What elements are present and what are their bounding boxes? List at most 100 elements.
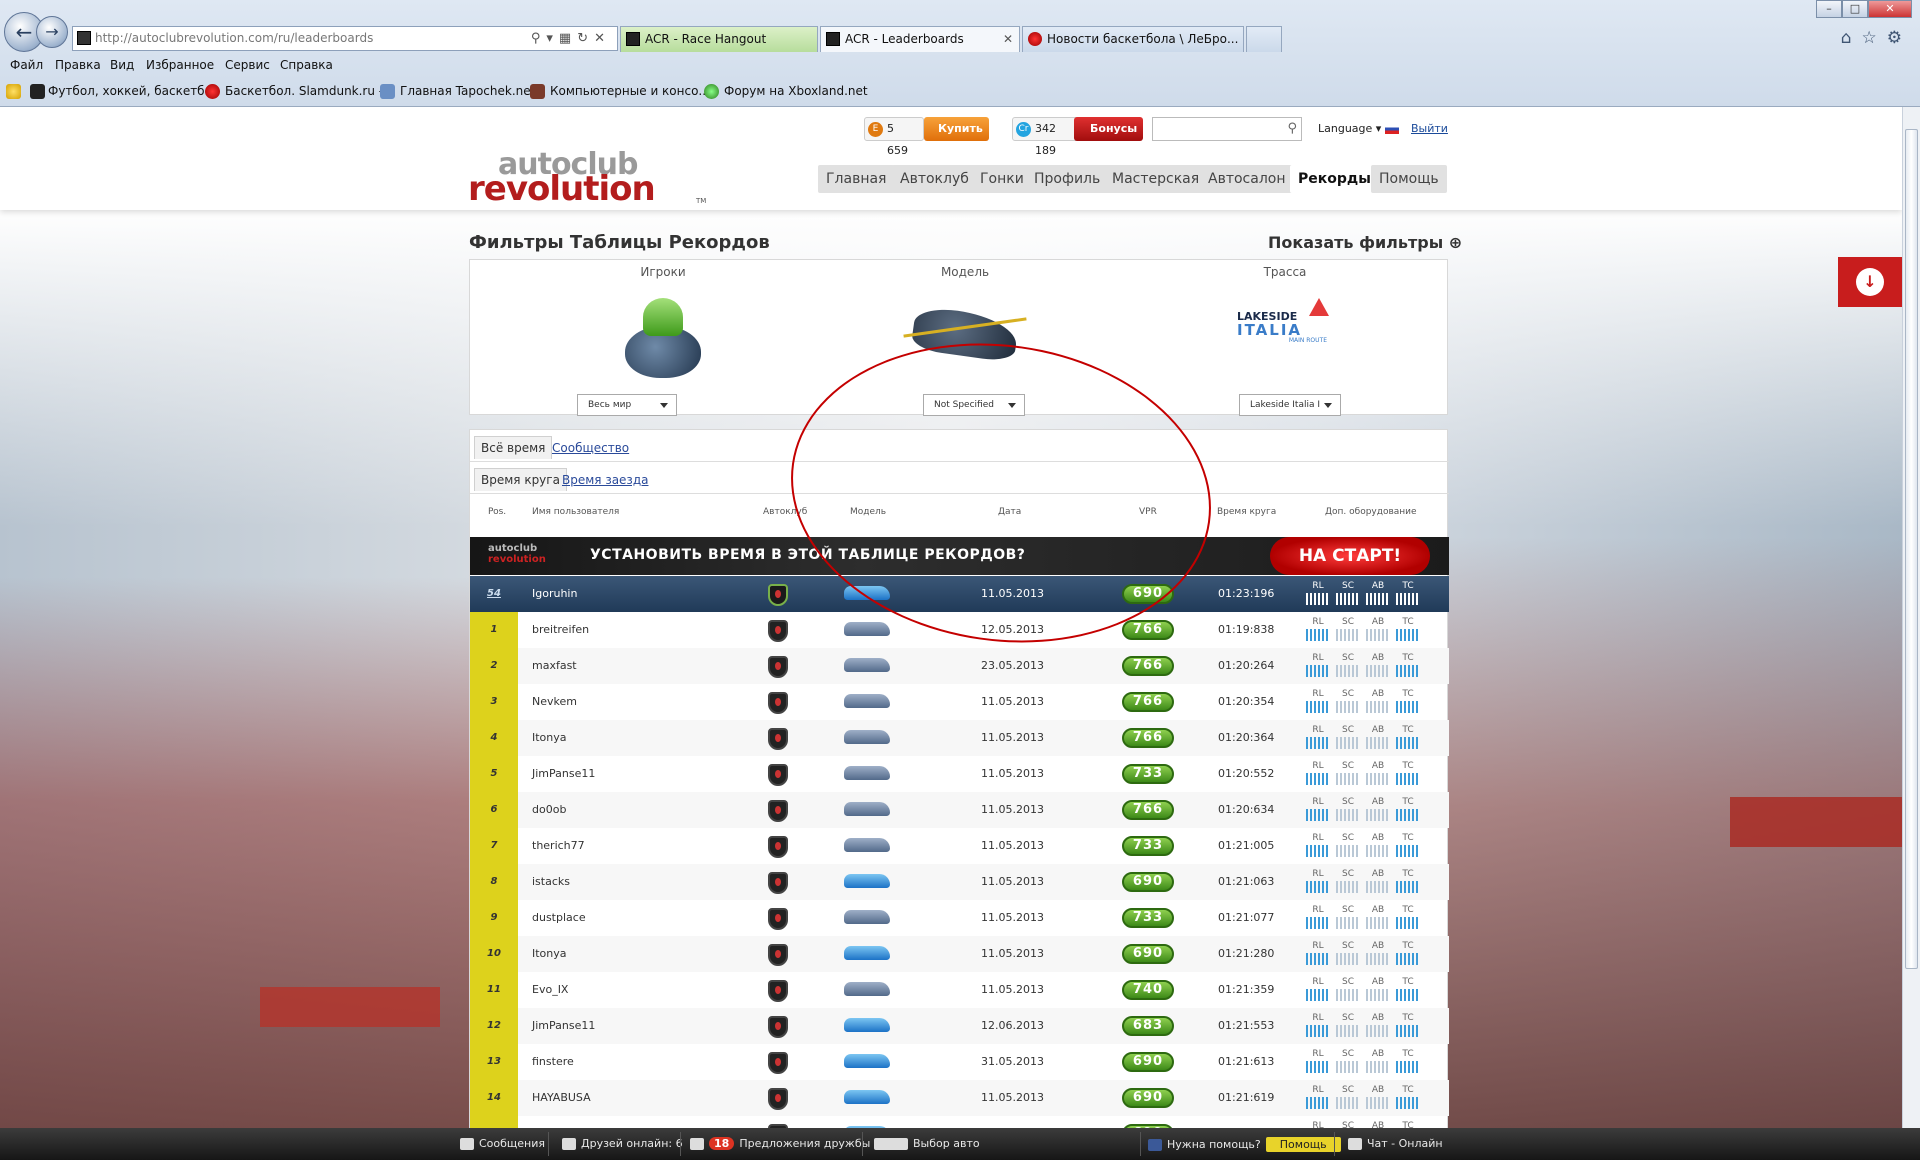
- row-username[interactable]: Igoruhin: [532, 587, 577, 600]
- car-model-icon[interactable]: [844, 622, 890, 636]
- logout-link[interactable]: Выйти: [1411, 122, 1448, 135]
- leaderboard-row[interactable]: 2 maxfast 23.05.2013 766 01:20:264 RL SC AB TC: [470, 648, 1449, 684]
- leaderboard-row[interactable]: 13 finstere 31.05.2013 690 01:21:613 RL SC AB TC: [470, 1044, 1449, 1080]
- menu-edit[interactable]: Правка: [55, 58, 101, 72]
- choose-car-button[interactable]: Выбор авто: [874, 1137, 980, 1150]
- tab-race-time[interactable]: Время заезда: [562, 473, 648, 487]
- leaderboard-row[interactable]: 9 dustplace 11.05.2013 733 01:21:077 RL SC AB TC: [470, 900, 1449, 936]
- row-username[interactable]: Itonya: [532, 947, 567, 960]
- car-model-icon[interactable]: [844, 658, 890, 672]
- row-username[interactable]: maxfast: [532, 659, 577, 672]
- tab-leaderboards[interactable]: ACR - Leaderboards ✕: [820, 26, 1020, 52]
- messages-button[interactable]: Сообщения: [460, 1137, 545, 1150]
- autoclub-badge-icon[interactable]: [768, 656, 788, 678]
- car-model-icon[interactable]: [844, 766, 890, 780]
- row-position[interactable]: 54: [470, 576, 518, 612]
- nav-profile[interactable]: Профиль: [1026, 165, 1109, 193]
- col-equipment[interactable]: Доп. оборудование: [1325, 507, 1417, 517]
- autoclub-badge-icon[interactable]: [768, 800, 788, 822]
- friend-requests-button[interactable]: 18 Предложения дружбы: [690, 1137, 870, 1150]
- settings-gear-icon[interactable]: ⚙: [1887, 28, 1912, 48]
- car-model-icon[interactable]: [844, 874, 890, 888]
- row-username[interactable]: JimPanse11: [532, 1019, 595, 1032]
- menu-help[interactable]: Справка: [280, 58, 333, 72]
- tab-basketball-news[interactable]: Новости баскетбола \ ЛеБро...: [1022, 26, 1244, 52]
- car-model-icon[interactable]: [844, 1090, 890, 1104]
- nav-races[interactable]: Гонки: [972, 165, 1032, 193]
- autoclub-badge-icon[interactable]: [768, 872, 788, 894]
- nav-dealership[interactable]: Автосалон: [1200, 165, 1294, 193]
- menu-view[interactable]: Вид: [110, 58, 134, 72]
- autoclub-badge-icon[interactable]: [768, 944, 788, 966]
- bonus-button[interactable]: Бонусы: [1074, 117, 1144, 141]
- leaderboard-row[interactable]: 4 Itonya 11.05.2013 766 01:20:364 RL SC AB TC: [470, 720, 1449, 756]
- autoclub-badge-icon[interactable]: [768, 1052, 788, 1074]
- help-button[interactable]: Помощь: [1265, 1137, 1341, 1152]
- row-username[interactable]: finstere: [532, 1055, 574, 1068]
- row-username[interactable]: istacks: [532, 875, 570, 888]
- row-username[interactable]: JimPanse11: [532, 767, 595, 780]
- start-race-button[interactable]: НА СТАРТ!: [1270, 537, 1430, 575]
- nav-workshop[interactable]: Мастерская: [1104, 165, 1208, 193]
- row-username[interactable]: Itonya: [532, 731, 567, 744]
- favorite-link-games[interactable]: Компьютерные и консо...: [530, 84, 710, 99]
- page-scrollbar[interactable]: [1902, 107, 1920, 1128]
- menu-tools[interactable]: Сервис: [225, 58, 270, 72]
- search-icon[interactable]: ⚲: [1287, 121, 1297, 136]
- tab-race-hangout[interactable]: ACR - Race Hangout: [620, 26, 818, 52]
- new-tab-button[interactable]: [1246, 26, 1282, 52]
- favorite-link-tapochek[interactable]: Главная Tapochek.net: [380, 84, 535, 99]
- autoclub-badge-icon[interactable]: [768, 584, 788, 606]
- leaderboard-row[interactable]: 5 JimPanse11 11.05.2013 733 01:20:552 RL SC AB T…: [470, 756, 1449, 792]
- favorite-link-xboxland[interactable]: Форум на Xboxland.net: [704, 84, 868, 99]
- close-window-icon[interactable]: ✕: [1868, 0, 1912, 18]
- tab-close-icon[interactable]: ✕: [1003, 27, 1013, 51]
- tab-community[interactable]: Сообщество: [552, 441, 629, 455]
- leaderboard-row[interactable]: 11 Evo_IX 11.05.2013 740 01:21:359 RL SC AB TC: [470, 972, 1449, 1008]
- favorite-link-sports[interactable]: Футбол, хоккей, баскетб...: [48, 84, 216, 98]
- menu-file[interactable]: Файл: [10, 58, 43, 72]
- autoclub-badge-icon[interactable]: [768, 908, 788, 930]
- favorites-star-icon[interactable]: ☆: [1862, 28, 1887, 48]
- car-model-icon[interactable]: [844, 694, 890, 708]
- home-icon[interactable]: ⌂: [1841, 28, 1862, 48]
- favorite-link-slamdunk[interactable]: Баскетбол. Slamdunk.ru -...: [205, 84, 395, 99]
- address-bar[interactable]: http://autoclubrevolution.com/ru/leaderb…: [72, 26, 618, 51]
- autoclub-badge-icon[interactable]: [768, 1016, 788, 1038]
- car-model-icon[interactable]: [844, 802, 890, 816]
- leaderboard-row[interactable]: 7 therich77 11.05.2013 733 01:21:005 RL SC AB TC: [470, 828, 1449, 864]
- autoclub-badge-icon[interactable]: [768, 980, 788, 1002]
- show-filters-link[interactable]: Показать фильтры ⊕: [1268, 233, 1462, 252]
- favorites-star-add-icon[interactable]: Футбол, хоккей, баскетб...: [6, 84, 216, 99]
- maximize-icon[interactable]: □: [1842, 0, 1868, 18]
- players-select[interactable]: Весь мир: [577, 394, 677, 416]
- leaderboard-row[interactable]: 8 istacks 11.05.2013 690 01:21:063 RL SC AB TC: [470, 864, 1449, 900]
- nav-leaderboards[interactable]: Рекорды: [1290, 165, 1379, 193]
- leaderboard-row[interactable]: 12 JimPanse11 12.06.2013 683 01:21:553 RL SC AB…: [470, 1008, 1449, 1044]
- autoclub-badge-icon[interactable]: [768, 620, 788, 642]
- autoclub-badge-icon[interactable]: [768, 728, 788, 750]
- leaderboard-row[interactable]: 15DasHuhn04.06.201369001:21:654RLSCABTC: [470, 1116, 1449, 1128]
- menu-favorites[interactable]: Избранное: [146, 58, 214, 72]
- nav-help[interactable]: Помощь: [1371, 165, 1447, 193]
- car-model-icon[interactable]: [844, 1018, 890, 1032]
- tab-all-time[interactable]: Всё время: [474, 436, 553, 459]
- car-model-icon[interactable]: [844, 982, 890, 996]
- car-model-icon[interactable]: [844, 910, 890, 924]
- tab-lap-time[interactable]: Время круга: [474, 468, 567, 491]
- car-model-icon[interactable]: [844, 946, 890, 960]
- row-username[interactable]: Nevkem: [532, 695, 577, 708]
- car-model-icon[interactable]: [844, 730, 890, 744]
- leaderboard-row[interactable]: 6 do0ob 11.05.2013 766 01:20:634 RL SC AB TC: [470, 792, 1449, 828]
- autoclub-badge-icon[interactable]: [768, 1088, 788, 1110]
- scrollbar-thumb[interactable]: [1905, 129, 1918, 969]
- row-username[interactable]: Evo_IX: [532, 983, 568, 996]
- leaderboard-row[interactable]: 14 HAYABUSA 11.05.2013 690 01:21:619 RL SC AB TC: [470, 1080, 1449, 1116]
- nav-home[interactable]: Главная: [818, 165, 895, 193]
- col-pos[interactable]: Pos.: [488, 507, 506, 517]
- row-username[interactable]: dustplace: [532, 911, 586, 924]
- buy-button[interactable]: Купить ◯: [924, 117, 989, 159]
- col-lap-time[interactable]: Время круга: [1217, 507, 1276, 517]
- col-username[interactable]: Имя пользователя: [532, 507, 619, 517]
- language-select[interactable]: Language ▾: [1318, 122, 1400, 135]
